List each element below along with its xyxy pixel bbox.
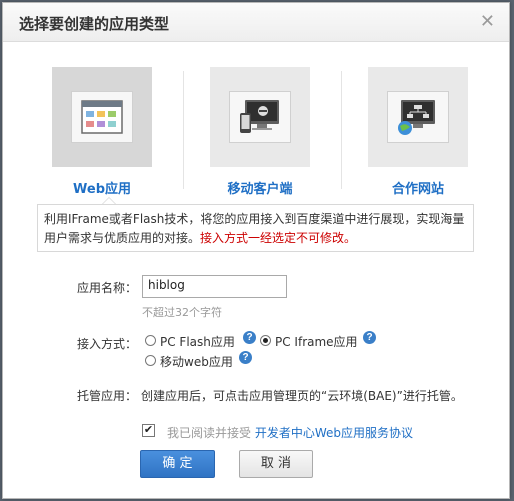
app-name-input[interactable]: hiblog <box>142 275 287 298</box>
agreement-link[interactable]: 开发者中心Web应用服务协议 <box>255 426 413 440</box>
app-type-partner[interactable]: 合作网站 <box>359 67 477 197</box>
app-type-mobile-label[interactable]: 移动客户端 <box>201 178 319 197</box>
app-type-web-label[interactable]: Web应用 <box>43 178 161 197</box>
network-site-icon <box>387 91 449 143</box>
create-app-dialog: 选择要创建的应用类型 ✕ Web应用 移动客户端 合作网站 利用IFrame或者… <box>2 2 510 499</box>
radio-pc-iframe-label[interactable]: PC Iframe应用 <box>275 333 358 350</box>
help-icon[interactable]: ? <box>239 351 252 364</box>
web-window-icon <box>71 91 133 143</box>
app-type-selector: Web应用 移动客户端 合作网站 <box>43 67 483 197</box>
cancel-button[interactable]: 取 消 <box>239 450 313 478</box>
hosting-text: 创建应用后，可点击应用管理页的“云环境(BAE)”进行托管。 <box>141 389 463 403</box>
app-type-partner-label[interactable]: 合作网站 <box>359 178 477 197</box>
radio-pc-iframe[interactable] <box>260 335 271 346</box>
close-icon[interactable]: ✕ <box>480 11 495 31</box>
app-type-partner-tile[interactable] <box>368 67 468 167</box>
divider <box>341 71 342 189</box>
app-name-hint: 不超过32个字符 <box>142 306 222 319</box>
hosting-label: 托管应用： <box>77 389 138 403</box>
confirm-button[interactable]: 确 定 <box>140 450 215 478</box>
agree-statement: 我已阅读并接受 开发者中心Web应用服务协议 <box>167 424 413 441</box>
app-type-description: 利用IFrame或者Flash技术，将您的应用接入到百度渠道中进行展现，实现海量… <box>37 204 474 252</box>
app-type-mobile-tile[interactable] <box>210 67 310 167</box>
dialog-title: 选择要创建的应用类型 <box>19 15 170 33</box>
description-warning: 接入方式一经选定不可修改。 <box>200 231 357 245</box>
agree-text: 我已阅读并接受 <box>167 426 252 440</box>
radio-pc-flash-label[interactable]: PC Flash应用 <box>160 333 235 350</box>
help-icon[interactable]: ? <box>243 331 256 344</box>
radio-mobile-web[interactable] <box>145 355 156 366</box>
app-type-mobile[interactable]: 移动客户端 <box>201 67 319 197</box>
app-name-label: 应用名称： <box>77 281 138 295</box>
app-type-web-tile[interactable] <box>52 67 152 167</box>
dialog-titlebar: 选择要创建的应用类型 ✕ <box>3 3 509 42</box>
access-method-label: 接入方式： <box>77 337 138 351</box>
agree-checkbox[interactable]: ✔ <box>142 424 155 437</box>
app-type-web[interactable]: Web应用 <box>43 67 161 197</box>
divider <box>183 71 184 189</box>
radio-pc-flash[interactable] <box>145 335 156 346</box>
radio-mobile-web-label[interactable]: 移动web应用 <box>160 353 233 370</box>
mobile-monitor-icon <box>229 91 291 143</box>
help-icon[interactable]: ? <box>363 331 376 344</box>
